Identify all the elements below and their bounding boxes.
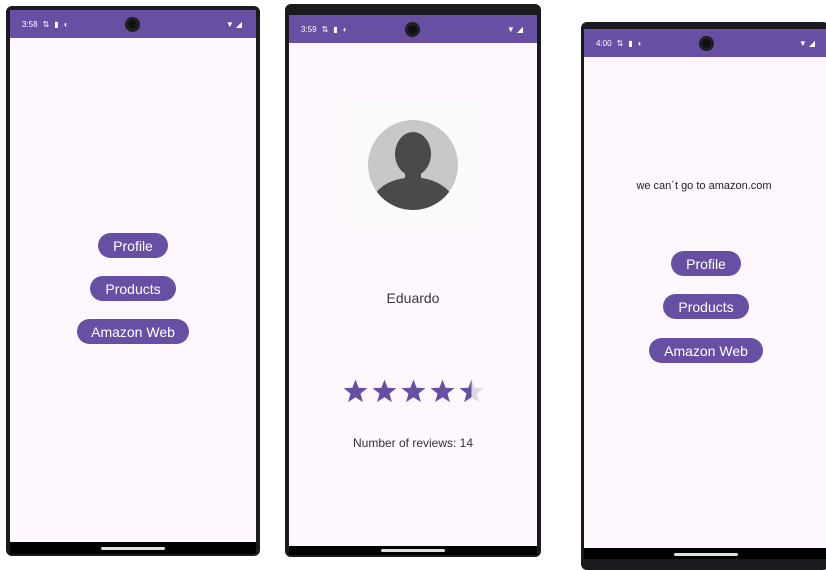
sd-card-icon: ▮: [333, 24, 338, 34]
status-bar: 4:00 ⇅ ▮ ◐ ▼ ◢: [584, 29, 826, 57]
signal-icon: ◢: [235, 19, 242, 29]
products-button[interactable]: Products: [90, 276, 176, 301]
camera-cutout: [125, 17, 140, 32]
status-time: 3:58: [22, 19, 38, 29]
wifi-icon: ▼: [506, 24, 515, 34]
sync-icon: ◐: [63, 19, 69, 29]
profile-button[interactable]: Profile: [98, 233, 168, 258]
rating-stars: [343, 379, 484, 403]
sync-icon: ◐: [637, 38, 643, 48]
signal-icon: ◢: [516, 24, 523, 34]
home-screen: 3:58 ⇅ ▮ ◐ ▼ ◢ Profile Products Amazon W…: [10, 10, 256, 554]
amazon-web-button[interactable]: Amazon Web: [77, 319, 189, 344]
profile-name: Eduardo: [386, 290, 440, 306]
amazon-message: we can´t go to amazon.com: [636, 180, 772, 192]
profile-button[interactable]: Profile: [671, 251, 741, 276]
phone-home: 3:58 ⇅ ▮ ◐ ▼ ◢ Profile Products Amazon W…: [6, 6, 260, 556]
review-count: Number of reviews: 14: [352, 436, 474, 450]
rating-star-4[interactable]: [430, 379, 455, 403]
status-time: 4:00: [596, 38, 612, 48]
status-bar: 3:58 ⇅ ▮ ◐ ▼ ◢: [10, 10, 256, 38]
home-gesture-pill[interactable]: [674, 553, 738, 556]
rating-star-3[interactable]: [401, 379, 426, 403]
wifi-icon: ▼: [225, 19, 234, 29]
navigation-bar: [584, 548, 826, 559]
home-gesture-pill[interactable]: [381, 549, 445, 552]
signal-icon: ◢: [808, 38, 815, 48]
camera-cutout: [405, 22, 420, 37]
accessibility-icon: ⇅: [42, 19, 50, 29]
products-button[interactable]: Products: [663, 294, 749, 319]
sd-card-icon: ▮: [628, 38, 633, 48]
avatar-person-icon: [368, 120, 458, 210]
accessibility-icon: ⇅: [321, 24, 329, 34]
phone-amazon: 4:00 ⇅ ▮ ◐ ▼ ◢ we can´t go to amazon.com…: [581, 22, 826, 570]
navigation-bar: [10, 542, 256, 554]
rating-bar[interactable]: [342, 379, 485, 405]
amazon-web-button[interactable]: Amazon Web: [649, 338, 763, 363]
amazon-screen: 4:00 ⇅ ▮ ◐ ▼ ◢ we can´t go to amazon.com…: [584, 29, 826, 559]
navigation-bar: [289, 546, 537, 555]
wifi-icon: ▼: [798, 38, 807, 48]
phone-profile: 3:59 ⇅ ▮ ◐ ▼ ◢ Eduardo Number of reviews…: [285, 4, 541, 557]
avatar-card: [346, 100, 480, 231]
rating-star-1[interactable]: [343, 379, 368, 403]
rating-star-2[interactable]: [372, 379, 397, 403]
profile-screen: 3:59 ⇅ ▮ ◐ ▼ ◢ Eduardo Number of reviews…: [289, 15, 537, 555]
status-time: 3:59: [301, 24, 317, 34]
camera-cutout: [699, 36, 714, 51]
accessibility-icon: ⇅: [616, 38, 624, 48]
sd-card-icon: ▮: [54, 19, 59, 29]
rating-star-5[interactable]: [459, 379, 484, 403]
home-gesture-pill[interactable]: [101, 547, 165, 550]
status-bar: 3:59 ⇅ ▮ ◐ ▼ ◢: [289, 15, 537, 43]
sync-icon: ◐: [342, 24, 348, 34]
